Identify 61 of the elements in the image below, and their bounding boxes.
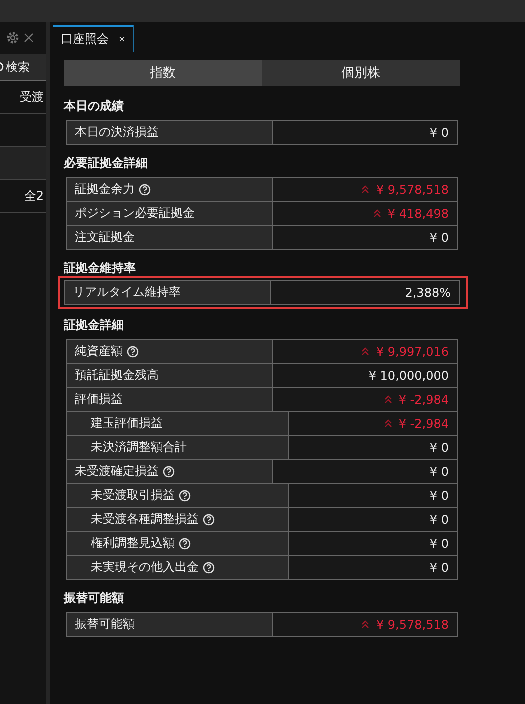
field-value: ¥ 0 <box>273 226 457 249</box>
field-value: ¥ 418,498 <box>273 202 457 225</box>
segment-tab[interactable]: 指数 <box>64 60 262 86</box>
search-tab[interactable]: 検索 <box>0 54 46 81</box>
section-heading: 証拠金維持率 <box>64 260 137 276</box>
double-caret-icon <box>361 185 370 194</box>
double-caret-icon <box>372 209 382 218</box>
field-label: 預託証拠金残高 <box>75 367 159 384</box>
field-value: ¥ 0 <box>289 532 457 555</box>
section-heading: 必要証拠金詳細 <box>64 154 149 172</box>
field-label: 未実現その他入出金 <box>91 559 199 576</box>
section-heading: 本日の成績 <box>64 98 125 114</box>
double-caret-icon <box>361 347 370 356</box>
field-value: ¥ 0 <box>289 508 457 531</box>
help-icon[interactable] <box>203 514 215 526</box>
search-icon <box>0 62 4 72</box>
help-icon[interactable] <box>203 562 215 574</box>
double-caret-icon <box>384 419 393 428</box>
column-label: 受渡 <box>20 88 44 106</box>
field-value: ¥ 0 <box>273 460 457 483</box>
field-label: 権利調整見込額 <box>91 535 175 552</box>
help-icon[interactable] <box>179 490 191 502</box>
field-label: 未受渡確定損益 <box>75 463 159 480</box>
field-label: リアルタイム維持率 <box>73 284 181 301</box>
field-label: 振替可能額 <box>75 616 135 633</box>
field-label: 未受渡取引損益 <box>91 487 175 504</box>
field-label: 純資産額 <box>75 343 123 360</box>
field-value: 2,388% <box>271 281 459 304</box>
field-label: 注文証拠金 <box>75 229 135 246</box>
field-label: ポジション必要証拠金 <box>75 205 195 222</box>
help-icon[interactable] <box>127 346 139 358</box>
help-icon[interactable] <box>139 184 151 196</box>
section-heading: 振替可能額 <box>64 590 125 606</box>
field-value: ¥ 9,997,016 <box>273 340 457 363</box>
field-label: 評価損益 <box>75 391 123 408</box>
field-label: 証拠金余力 <box>75 181 135 198</box>
field-value: ¥ -2,984 <box>289 412 457 435</box>
double-caret-icon <box>361 620 370 629</box>
field-value: ¥ 0 <box>289 556 457 579</box>
field-label: 本日の決済損益 <box>75 124 159 141</box>
tab-title: 口座照会 <box>61 31 109 48</box>
field-value: ¥ -2,984 <box>273 388 457 411</box>
field-value: ¥ 0 <box>289 484 457 507</box>
field-label: 建玉評価損益 <box>91 415 163 432</box>
help-icon[interactable] <box>179 538 191 550</box>
help-icon[interactable] <box>163 466 175 478</box>
field-value: ¥ 0 <box>273 121 457 144</box>
close-icon[interactable] <box>24 33 34 43</box>
close-button[interactable]: × <box>119 34 126 46</box>
field-label: 未受渡各種調整損益 <box>91 511 199 528</box>
field-value: ¥ 9,578,518 <box>273 178 457 201</box>
settings-icon[interactable] <box>6 31 20 45</box>
field-value: ¥ 9,578,518 <box>273 613 457 636</box>
count-label: 全2 <box>24 188 44 204</box>
field-label: 未決済調整額合計 <box>91 439 187 456</box>
double-caret-icon <box>384 395 393 404</box>
field-value: ¥ 0 <box>289 436 457 459</box>
segment-tab[interactable]: 個別株 <box>262 60 460 86</box>
panel-tab[interactable]: 口座照会 × <box>53 25 134 52</box>
field-value: ¥ 10,000,000 <box>273 364 457 387</box>
section-heading: 証拠金詳細 <box>64 316 125 334</box>
